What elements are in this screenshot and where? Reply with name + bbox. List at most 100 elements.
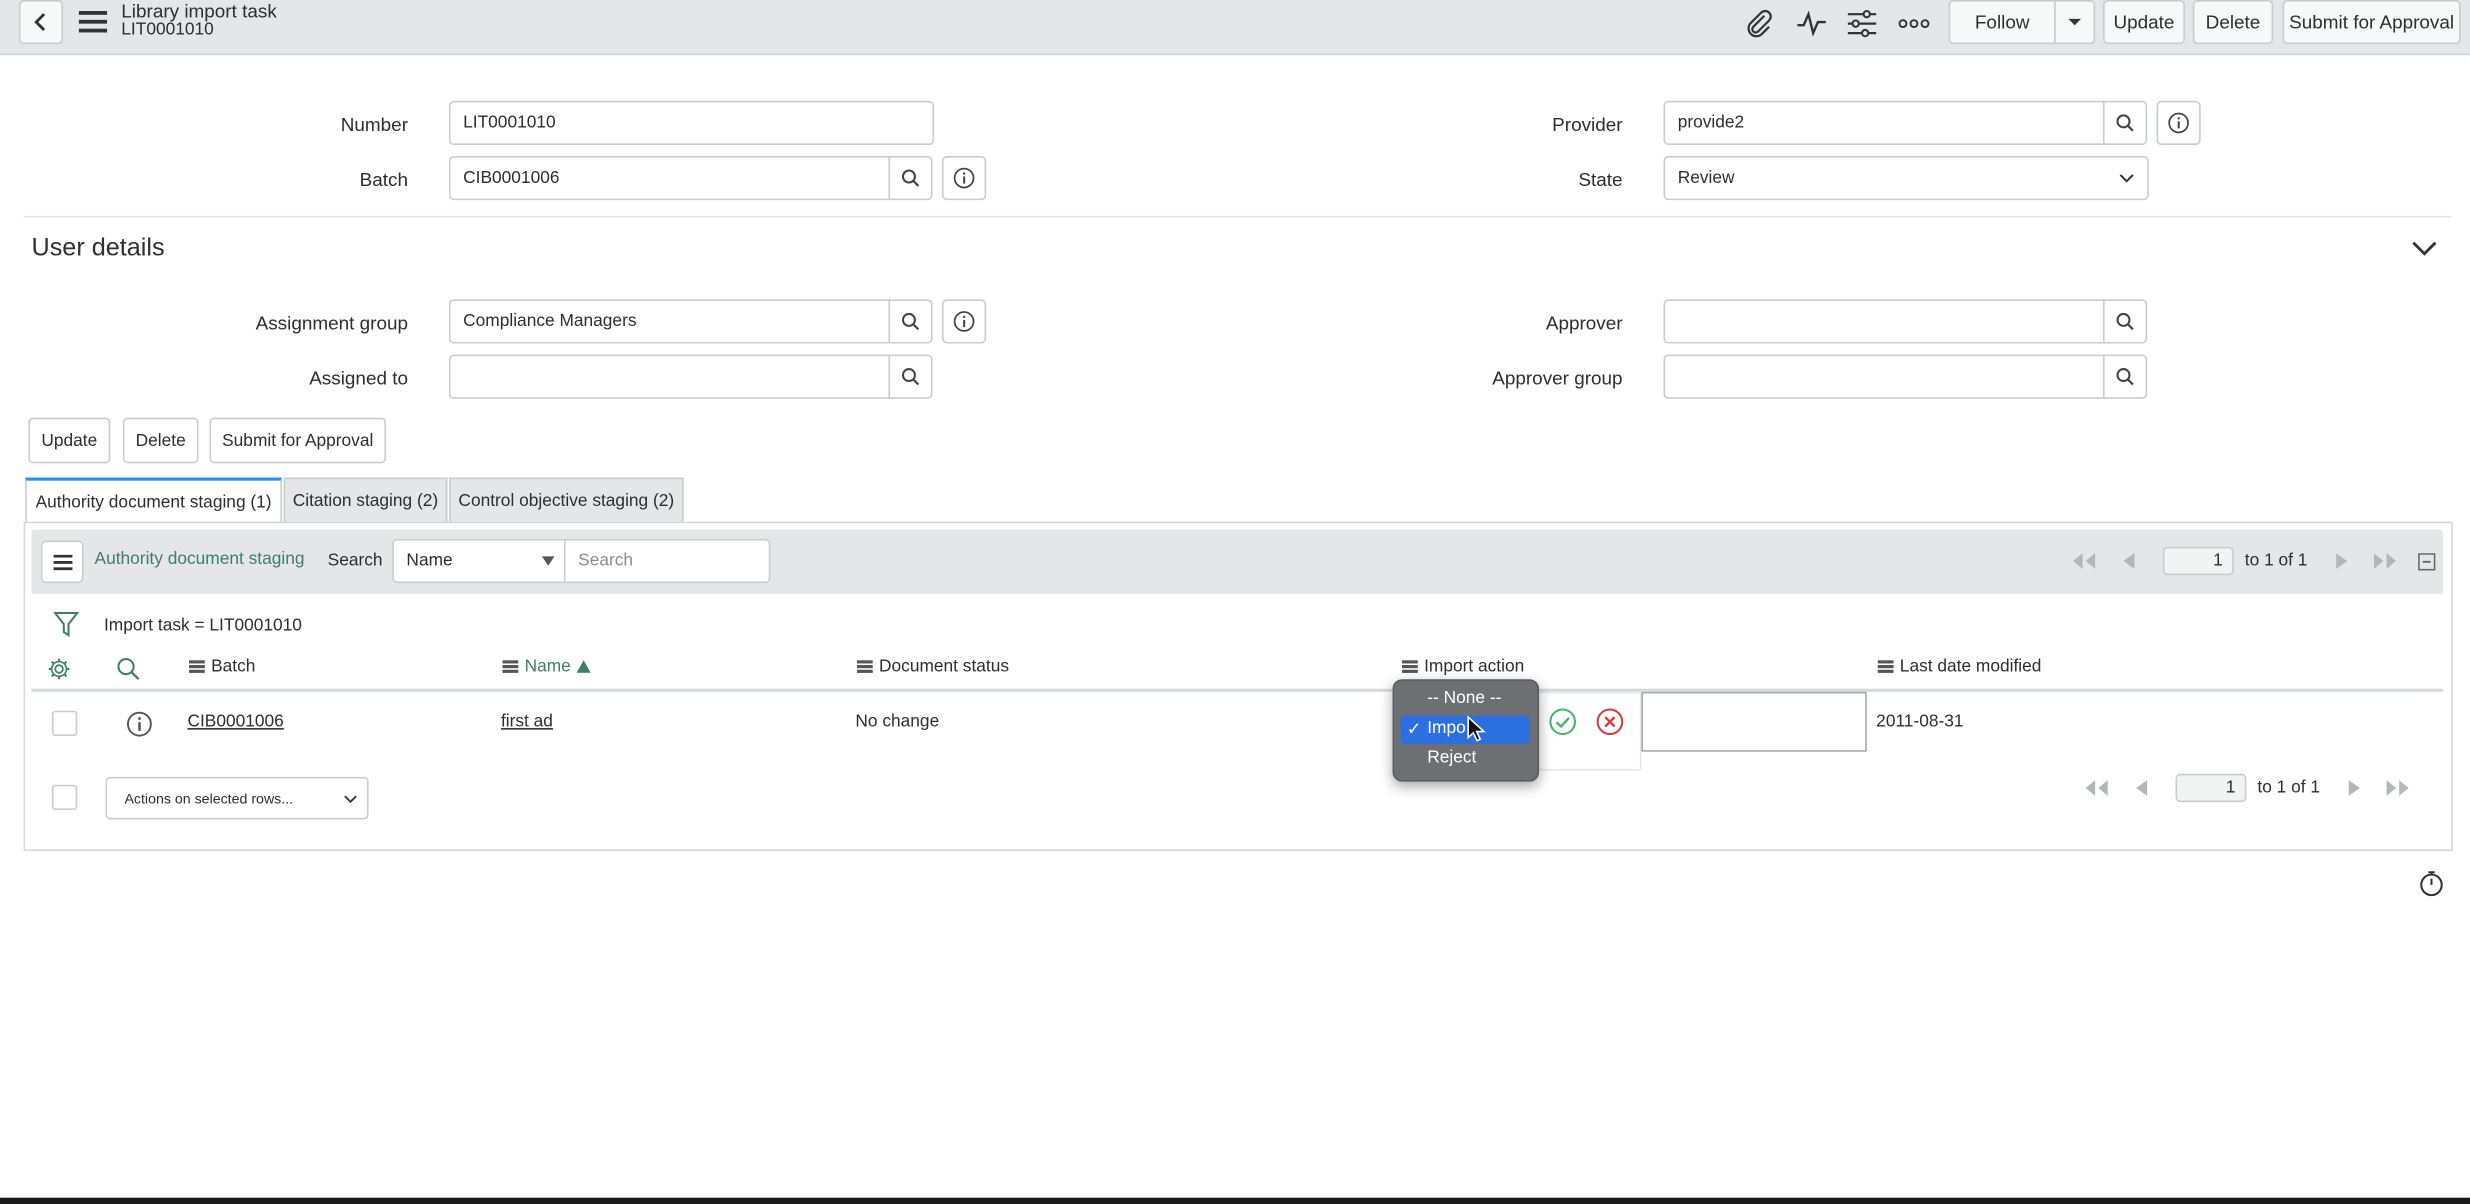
row-info-icon[interactable] xyxy=(124,709,152,737)
collapse-chevron-icon[interactable] xyxy=(2409,236,2441,261)
next-page-icon[interactable] xyxy=(2331,550,2353,572)
tab-authority-document-staging[interactable]: Authority document staging (1) xyxy=(25,477,282,524)
list-settings-gear-icon[interactable] xyxy=(46,656,71,681)
submit-for-approval-button[interactable]: Submit for Approval xyxy=(209,417,386,464)
column-header-document-status[interactable]: Document status xyxy=(856,657,1009,676)
save-edit-icon[interactable] xyxy=(1547,706,1579,738)
dropdown-option-none[interactable]: -- None -- xyxy=(1427,689,1501,708)
header-update-button[interactable]: Update xyxy=(2103,0,2185,45)
follow-dropdown-button[interactable] xyxy=(2054,0,2096,45)
row-document-status: No change xyxy=(855,712,940,732)
assignment-group-info-button[interactable] xyxy=(942,299,987,344)
app-header: Library import task LIT0001010 Follow Up… xyxy=(0,0,2470,56)
search-icon xyxy=(2116,113,2135,132)
column-menu-icon[interactable] xyxy=(502,660,519,673)
filter-icon[interactable] xyxy=(52,610,80,638)
column-header-name[interactable]: Name xyxy=(502,657,592,676)
page-of-text: to 1 of 1 xyxy=(2244,551,2308,571)
page-number-input[interactable]: 1 xyxy=(2162,546,2234,576)
more-options-icon[interactable] xyxy=(1897,6,1932,41)
tab-citation-staging[interactable]: Citation staging (2) xyxy=(283,477,448,524)
follow-button[interactable]: Follow xyxy=(1948,0,2056,45)
assigned-to-field[interactable] xyxy=(448,354,891,399)
import-action-cell[interactable] xyxy=(1641,691,1867,752)
assignment-group-field[interactable]: Compliance Managers xyxy=(448,299,891,344)
column-menu-icon[interactable] xyxy=(1402,660,1418,673)
list-title-link[interactable]: Authority document staging xyxy=(95,550,305,569)
search-icon xyxy=(2116,312,2135,331)
batch-info-button[interactable] xyxy=(942,156,987,201)
dropdown-option-import[interactable]: Impo xyxy=(1427,719,1466,738)
assigned-to-lookup-button[interactable] xyxy=(888,354,933,399)
approver-group-field[interactable] xyxy=(1663,354,2105,399)
footer-page-of-text: to 1 of 1 xyxy=(2257,778,2321,798)
update-button[interactable]: Update xyxy=(28,417,111,464)
batch-field[interactable]: CIB0001006 xyxy=(448,156,891,201)
list-menu-button[interactable] xyxy=(40,540,84,584)
column-header-label: Last date modified xyxy=(1899,657,2042,677)
menu-icon[interactable] xyxy=(77,9,109,34)
assignment-group-lookup-button[interactable] xyxy=(888,299,933,344)
collapse-list-icon[interactable] xyxy=(2415,550,2437,572)
row-name-link[interactable]: first ad xyxy=(501,712,553,731)
chevron-down-icon xyxy=(2119,173,2135,183)
state-select[interactable]: Review xyxy=(1663,156,2149,201)
filter-breadcrumb[interactable]: Import task = LIT0001010 xyxy=(104,616,302,635)
number-label: Number xyxy=(340,113,409,136)
footer-next-page-icon[interactable] xyxy=(2344,777,2366,799)
actions-select[interactable]: Actions on selected rows... xyxy=(105,776,369,820)
footer-last-page-icon[interactable] xyxy=(2380,777,2415,799)
header-delete-button[interactable]: Delete xyxy=(2192,0,2274,45)
approver-group-label: Approver group xyxy=(1492,367,1623,390)
footer-previous-page-icon[interactable] xyxy=(2130,777,2152,799)
header-delete-label: Delete xyxy=(2205,11,2261,34)
menu-icon xyxy=(52,553,72,570)
search-input[interactable]: Search xyxy=(563,538,771,584)
tab-control-objective-staging[interactable]: Control objective staging (2) xyxy=(448,477,684,524)
batch-lookup-button[interactable] xyxy=(888,156,933,201)
search-field-select[interactable]: Name xyxy=(392,538,566,584)
column-header-label: Import action xyxy=(1424,657,1525,677)
row-last-modified: 2011-08-31 xyxy=(1876,712,1964,732)
delete-button[interactable]: Delete xyxy=(122,417,199,464)
timer-icon[interactable] xyxy=(2417,868,2445,896)
row-batch-link[interactable]: CIB0001006 xyxy=(187,712,283,731)
number-field[interactable]: LIT0001010 xyxy=(448,100,935,145)
first-page-icon[interactable] xyxy=(2067,550,2102,572)
footer-page-number-input[interactable]: 1 xyxy=(2175,773,2247,803)
activity-icon[interactable] xyxy=(1794,6,1829,41)
header-submit-button[interactable]: Submit for Approval xyxy=(2282,0,2461,45)
column-menu-icon[interactable] xyxy=(1877,660,1894,673)
select-all-checkbox[interactable] xyxy=(51,784,78,811)
assigned-to-label: Assigned to xyxy=(309,367,409,390)
follow-label: Follow xyxy=(1974,11,2030,34)
last-page-icon[interactable] xyxy=(2368,550,2403,572)
search-icon xyxy=(2116,367,2135,386)
attachment-icon[interactable] xyxy=(1742,6,1777,41)
tab-label: Citation staging (2) xyxy=(292,491,439,511)
settings-sliders-icon[interactable] xyxy=(1845,6,1880,41)
column-header-batch[interactable]: Batch xyxy=(189,657,255,676)
row-checkbox[interactable] xyxy=(51,710,78,736)
column-header-label: Batch xyxy=(211,657,256,677)
dropdown-option-reject[interactable]: Reject xyxy=(1427,749,1476,768)
approver-field[interactable] xyxy=(1663,299,2105,344)
back-button[interactable] xyxy=(18,0,64,45)
cancel-edit-icon[interactable] xyxy=(1594,706,1626,738)
user-details-title: User details xyxy=(31,234,165,262)
column-menu-icon[interactable] xyxy=(189,660,205,673)
approver-lookup-button[interactable] xyxy=(2103,299,2148,344)
approver-group-lookup-button[interactable] xyxy=(2103,354,2148,399)
provider-lookup-button[interactable] xyxy=(2103,100,2148,145)
header-update-label: Update xyxy=(2113,11,2175,34)
column-header-import-action[interactable]: Import action xyxy=(1402,657,1524,676)
tab-label: Control objective staging (2) xyxy=(458,491,675,511)
footer-first-page-icon[interactable] xyxy=(2079,777,2114,799)
previous-page-icon[interactable] xyxy=(2117,550,2139,572)
checkmark-icon: ✓ xyxy=(1406,720,1422,740)
column-header-last-date-modified[interactable]: Last date modified xyxy=(1877,657,2042,677)
column-menu-icon[interactable] xyxy=(856,660,873,673)
provider-field[interactable]: provide2 xyxy=(1663,100,2105,145)
column-search-icon[interactable] xyxy=(115,656,140,681)
provider-info-button[interactable] xyxy=(2156,100,2201,145)
